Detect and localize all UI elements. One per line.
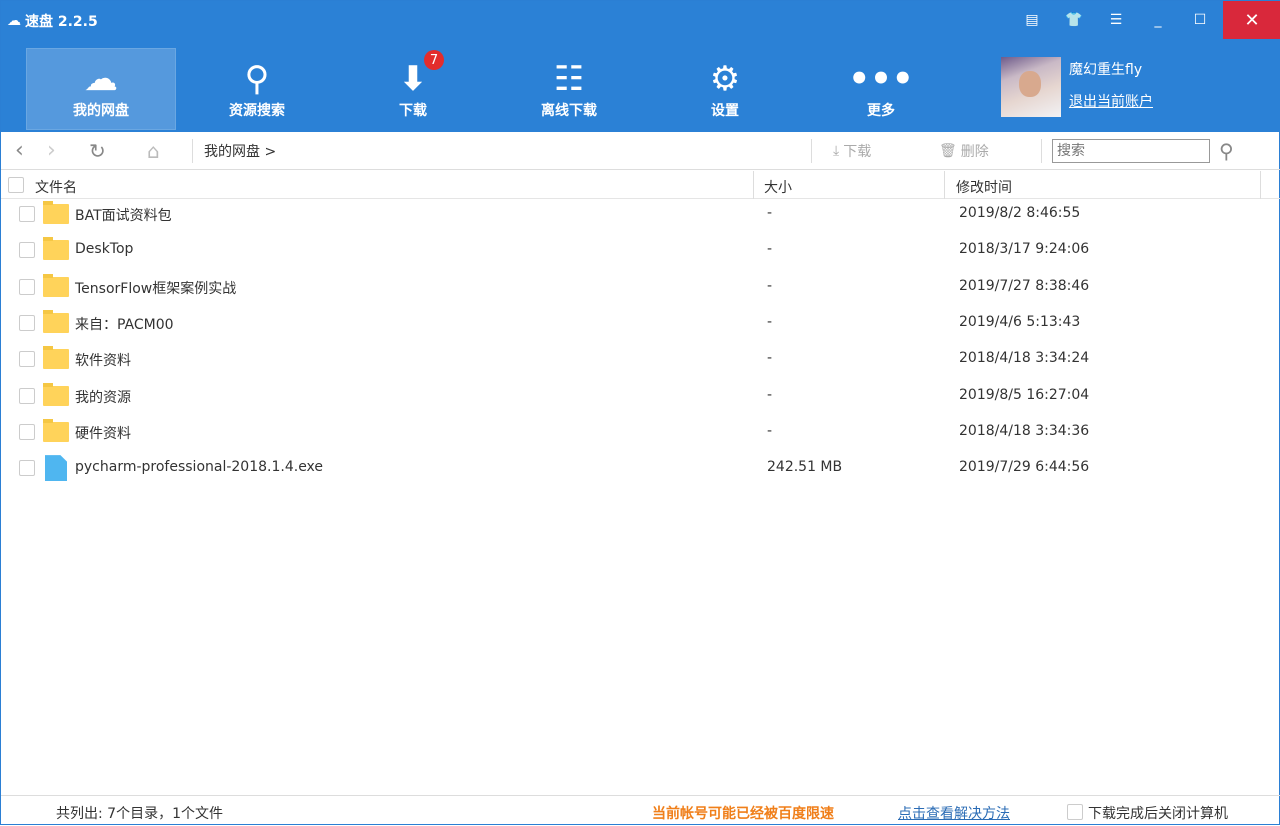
file-size: - [767,386,773,403]
column-size[interactable]: 大小 [764,177,792,197]
exe-file-icon [45,455,67,482]
summary-text: 共列出: 7个目录，1个文件 [56,806,223,822]
breadcrumb[interactable]: 我的网盘 > [204,141,276,161]
close-button[interactable]: ✕ [1223,1,1280,39]
folder-icon [43,382,69,406]
download-button[interactable]: ⤓ 下载 [833,141,871,161]
column-mtime[interactable]: 修改时间 [956,177,1012,197]
nav-download[interactable]: ⬇ 下载 7 [338,48,488,130]
row-checkbox[interactable] [19,278,35,295]
select-all-checkbox[interactable] [8,177,24,193]
file-list-header: 文件名 大小 修改时间 [1,171,1280,199]
file-row[interactable]: 来自：PACM00 - 2019/4/6 5:13:43 [1,305,1280,341]
file-name[interactable]: BAT面试资料包 [75,205,172,225]
folder-icon [43,201,69,224]
file-row[interactable]: DeskTop - 2018/3/17 9:24:06 [1,232,1280,268]
nav-my-disk[interactable]: ☁ 我的网盘 [26,48,176,130]
back-icon[interactable]: ‹ [15,138,24,163]
file-size: - [767,313,773,330]
file-row[interactable]: 硬件资料 - 2018/4/18 3:34:36 [1,414,1280,450]
file-name[interactable]: TensorFlow框架案例实战 [75,278,236,298]
column-name[interactable]: 文件名 [35,177,77,197]
file-size: - [767,422,773,439]
file-row[interactable]: BAT面试资料包 - 2019/8/2 8:46:55 [1,196,1280,232]
file-mtime: 2018/4/18 3:34:36 [959,422,1090,439]
file-name[interactable]: 硬件资料 [75,423,131,443]
folder-icon [43,346,69,370]
cloud-icon: ☁ [84,59,118,99]
nav-more[interactable]: ••• 更多 [806,48,956,130]
file-name[interactable]: DeskTop [75,241,133,257]
minimize-button[interactable]: _ [1139,1,1177,39]
shutdown-label[interactable]: 下载完成后关闭计算机 [1088,803,1228,823]
file-name[interactable]: 来自：PACM00 [75,314,174,334]
row-checkbox[interactable] [19,460,35,477]
row-checkbox[interactable] [19,423,35,440]
folder-icon [43,418,69,442]
logout-link[interactable]: 退出当前账户 [1069,91,1153,111]
feedback-icon[interactable]: ▤ [1013,1,1051,39]
file-name[interactable]: 我的资源 [75,387,131,407]
solution-link[interactable]: 点击查看解决方法 [898,803,1010,823]
file-size: - [767,350,773,367]
folder-icon [43,309,69,333]
trash-icon: 🗑 [939,142,957,159]
file-mtime: 2019/8/5 16:27:04 [959,386,1090,403]
folder-icon [43,273,69,297]
file-name[interactable]: 软件资料 [75,350,131,370]
forward-icon[interactable]: › [47,138,56,163]
file-mtime: 2019/8/2 8:46:55 [959,205,1081,221]
file-name[interactable]: pycharm-professional-2018.1.4.exe [75,459,323,475]
download-icon: ⬇ [398,59,428,99]
username: 魔幻重生fly [1069,62,1143,78]
file-mtime: 2018/4/18 3:34:24 [959,350,1090,367]
file-size: - [767,277,773,294]
file-row[interactable]: pycharm-professional-2018.1.4.exe 242.51… [1,450,1280,486]
file-mtime: 2019/7/27 8:38:46 [959,277,1090,294]
more-icon: ••• [848,59,914,99]
refresh-icon[interactable]: ↻ [89,139,106,163]
menu-icon[interactable]: ☰ [1097,1,1135,39]
download-icon: ⤓ [833,142,840,159]
row-checkbox[interactable] [19,314,35,331]
search-icon[interactable]: ⚲ [1219,139,1234,163]
file-mtime: 2019/4/6 5:13:43 [959,313,1081,330]
app-title: ☁ 速盘 2.2.5 [7,13,98,30]
user-panel: 魔幻重生fly 退出当前账户 [1001,57,1153,117]
row-checkbox[interactable] [19,351,35,368]
delete-button[interactable]: 🗑 删除 [939,141,989,161]
gear-icon: ⚙ [709,59,741,99]
nav-offline-download[interactable]: ☷ 离线下载 [494,48,644,130]
nav-settings[interactable]: ⚙ 设置 [650,48,800,130]
shutdown-checkbox[interactable] [1067,804,1083,820]
status-bar: 共列出: 7个目录，1个文件 当前帐号可能已经被百度限速 点击查看解决方法 下载… [1,795,1280,826]
file-row[interactable]: 我的资源 - 2019/8/5 16:27:04 [1,378,1280,414]
row-checkbox[interactable] [19,206,35,222]
folder-icon [43,237,69,261]
search-icon: ⚲ [244,59,270,99]
speed-limit-warning: 当前帐号可能已经被百度限速 [652,806,834,822]
cloud-logo-icon: ☁ [7,13,21,29]
maximize-button[interactable]: ☐ [1181,1,1219,39]
home-icon[interactable]: ⌂ [147,139,160,163]
file-mtime: 2018/3/17 9:24:06 [959,241,1090,258]
file-row[interactable]: TensorFlow框架案例实战 - 2019/7/27 8:38:46 [1,269,1280,305]
toolbar: ‹ › ↻ ⌂ 我的网盘 > ⤓下载 🗑删除 ⚲ [1,132,1280,170]
file-mtime: 2019/7/29 6:44:56 [959,459,1090,476]
file-size: - [767,241,773,258]
list-icon: ☷ [553,59,585,99]
row-checkbox[interactable] [19,387,35,404]
file-size: - [767,205,773,221]
download-count-badge: 7 [424,50,444,70]
row-checkbox[interactable] [19,242,35,259]
top-bar: ☁ 速盘 2.2.5 ▤ 👕 ☰ _ ☐ ✕ ☁ 我的网盘 ⚲ 资源搜索 ⬇ 下载 7 ☷… [1,1,1280,132]
file-size: 242.51 MB [767,459,843,476]
search-input[interactable] [1052,139,1210,163]
avatar[interactable] [1001,57,1061,117]
file-row[interactable]: 软件资料 - 2018/4/18 3:34:24 [1,341,1280,377]
skin-icon[interactable]: 👕 [1055,1,1093,39]
nav-resource-search[interactable]: ⚲ 资源搜索 [182,48,332,130]
